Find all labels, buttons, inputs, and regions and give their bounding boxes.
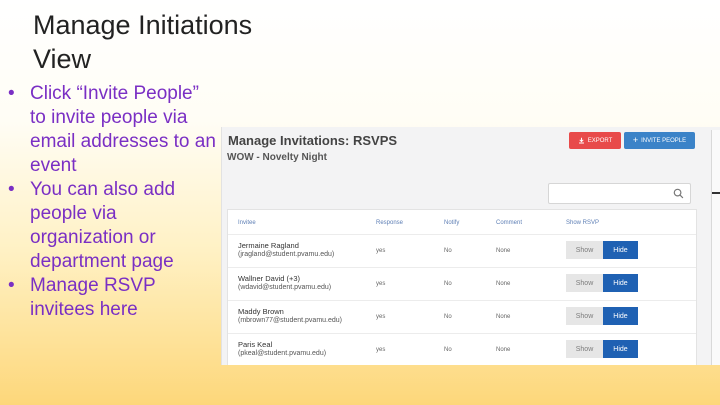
search-box (548, 183, 691, 204)
invitee-email: (jragland@student.pvamu.edu) (238, 251, 335, 258)
comment-value: None (496, 281, 511, 287)
table-row: Wallner David (+3) (wdavid@student.pvamu… (228, 267, 696, 300)
bullet-list: Click “Invite People” to invite people v… (8, 82, 218, 322)
table-header: Invitee Response Notify Comment Show RSV… (228, 210, 696, 234)
response-value: yes (376, 281, 386, 287)
comment-value: None (496, 248, 511, 254)
adjacent-panel-edge (711, 130, 720, 365)
table-row: Maddy Brown (mbrown77@student.pvamu.edu)… (228, 300, 696, 333)
invite-people-button[interactable]: + INVITE PEOPLE (624, 132, 695, 149)
plus-icon: + (632, 135, 639, 145)
hide-button[interactable]: Hide (603, 307, 638, 325)
response-value: yes (376, 347, 386, 353)
comment-value: None (496, 314, 511, 320)
column-header-response: Response (376, 220, 404, 226)
export-label: EXPORT (587, 137, 613, 144)
table-row: Jermaine Ragland (jragland@student.pvamu… (228, 234, 696, 267)
show-rsvp-toggle: Show Hide (566, 274, 638, 292)
table-row: Paris Keal (pkeal@student.pvamu.edu) yes… (228, 333, 696, 365)
response-value: yes (376, 248, 386, 254)
slide-title-line-1: Manage Initiations (33, 10, 253, 40)
notify-value: No (444, 347, 452, 353)
column-header-invitee: Invitee (238, 220, 256, 226)
invitee-name: Paris Keal (238, 340, 273, 349)
search-icon[interactable] (673, 188, 684, 199)
show-button[interactable]: Show (566, 307, 603, 325)
bullet-item: Click “Invite People” to invite people v… (8, 82, 218, 178)
page-title: Manage Invitations: RSVPS (228, 133, 398, 148)
export-button[interactable]: EXPORT (569, 132, 621, 149)
notify-value: No (444, 314, 452, 320)
notify-value: No (444, 281, 452, 287)
invitee-email: (pkeal@student.pvamu.edu) (238, 350, 327, 357)
show-button[interactable]: Show (566, 340, 603, 358)
search-input[interactable] (549, 185, 664, 204)
event-name: WOW - Novelty Night (227, 152, 327, 163)
notify-value: No (444, 248, 452, 254)
hide-button[interactable]: Hide (603, 241, 638, 259)
invitee-email: (wdavid@student.pvamu.edu) (238, 284, 332, 291)
show-button[interactable]: Show (566, 274, 603, 292)
hide-button[interactable]: Hide (603, 340, 638, 358)
invitee-email: (mbrown77@student.pvamu.edu) (238, 317, 342, 324)
show-rsvp-toggle: Show Hide (566, 340, 638, 358)
column-header-comment: Comment (496, 220, 523, 226)
invitee-name: Wallner David (+3) (238, 274, 301, 283)
column-header-show-rsvp: Show RSVP (566, 220, 600, 226)
show-rsvp-toggle: Show Hide (566, 241, 638, 259)
download-icon (578, 137, 584, 144)
response-value: yes (376, 314, 386, 320)
invitee-name: Maddy Brown (238, 307, 284, 316)
bullet-item: You can also add people via organization… (8, 178, 218, 274)
invitations-table: Invitee Response Notify Comment Show RSV… (227, 209, 697, 365)
show-button[interactable]: Show (566, 241, 603, 259)
bullet-item: Manage RSVP invitees here (8, 274, 218, 322)
show-rsvp-toggle: Show Hide (566, 307, 638, 325)
invitee-name: Jermaine Ragland (238, 241, 299, 250)
comment-value: None (496, 347, 511, 353)
rsvp-screenshot: Manage Invitations: RSVPS WOW - Novelty … (221, 127, 720, 365)
column-header-notify: Notify (444, 220, 460, 226)
slide-title: Manage Initiations View (33, 8, 293, 76)
hide-button[interactable]: Hide (603, 274, 638, 292)
slide-title-line-2: View (33, 44, 92, 74)
divider (712, 192, 720, 194)
invite-people-label: INVITE PEOPLE (641, 137, 687, 144)
